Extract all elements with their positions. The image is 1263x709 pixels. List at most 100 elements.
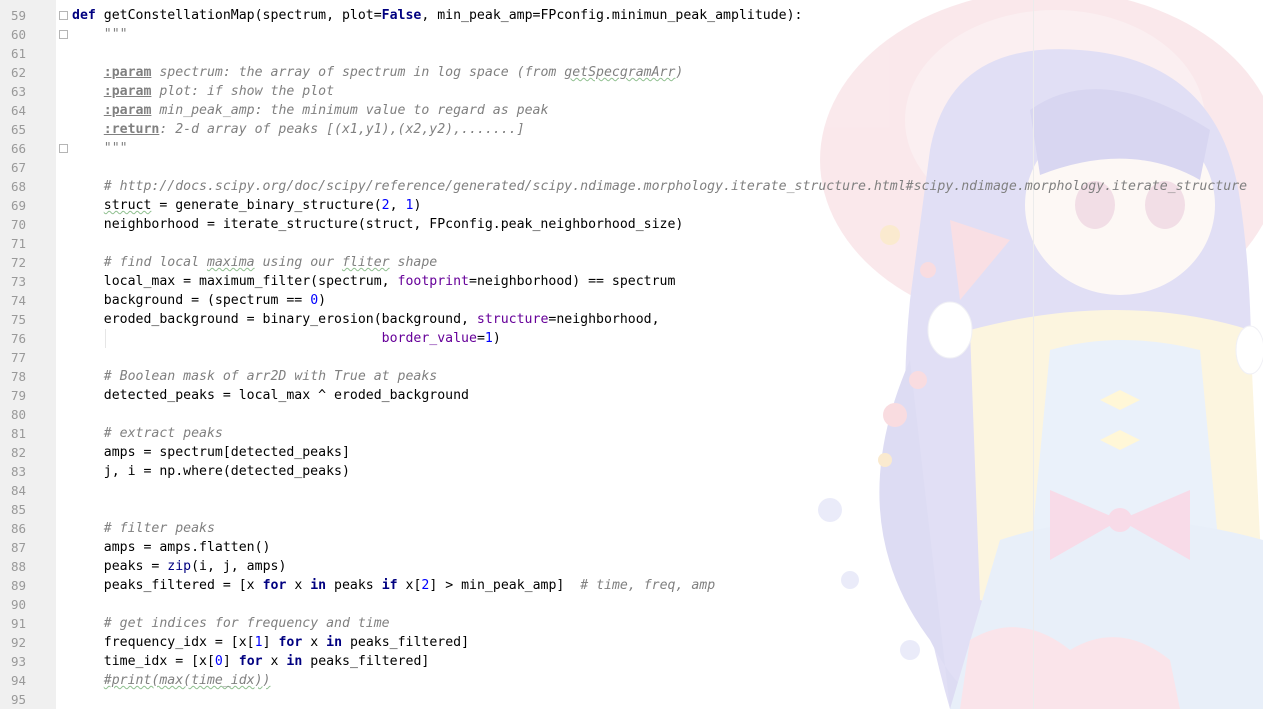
code-token: peaks_filtered = [x bbox=[72, 578, 263, 593]
line-number: 70 bbox=[10, 217, 26, 232]
code-line[interactable]: #print(max(time_idx)) bbox=[72, 671, 271, 690]
code-token: local_max = maximum_filter(spectrum, bbox=[72, 274, 398, 289]
line-number: 67 bbox=[10, 160, 26, 175]
code-token: ) bbox=[675, 65, 684, 80]
code-line[interactable]: def getConstellationMap(spectrum, plot=F… bbox=[72, 6, 802, 25]
code-token: shape bbox=[389, 255, 438, 270]
code-token: structure bbox=[476, 312, 549, 327]
code-editor[interactable]: 59 60 61 62 63 64 65 66 67 68 69 70 71 72 73 74 75 76 77 78… bbox=[0, 0, 1263, 709]
code-line[interactable]: amps = amps.flatten() bbox=[72, 538, 271, 557]
code-token: peaks bbox=[326, 578, 382, 593]
code-token: """ bbox=[72, 27, 128, 42]
line-number: 90 bbox=[10, 597, 26, 612]
fold-marker-icon[interactable] bbox=[59, 11, 68, 20]
code-token: maxima bbox=[206, 255, 255, 270]
code-token: :param bbox=[103, 84, 152, 99]
code-line[interactable]: :param spectrum: the array of spectrum i… bbox=[72, 63, 684, 82]
code-line[interactable]: :return: 2-d array of peaks [(x1,y1),(x2… bbox=[72, 120, 525, 139]
code-token: :param bbox=[103, 103, 152, 118]
code-token: background = (spectrum == bbox=[72, 293, 311, 308]
line-number: 92 bbox=[10, 635, 26, 650]
code-line[interactable]: struct = generate_binary_structure(2, 1) bbox=[72, 196, 422, 215]
code-token: for bbox=[278, 635, 303, 650]
code-token: ] > min_peak_amp] bbox=[429, 578, 581, 593]
code-token: for bbox=[262, 578, 287, 593]
code-token: using our bbox=[254, 255, 342, 270]
code-line[interactable]: # http://docs.scipy.org/doc/scipy/refere… bbox=[72, 177, 1247, 196]
code-token: getConstellationMap(spectrum, plot= bbox=[95, 8, 382, 23]
code-token: eroded_background = binary_erosion(backg… bbox=[72, 312, 477, 327]
code-line[interactable]: # filter peaks bbox=[72, 519, 215, 538]
code-line[interactable]: # Boolean mask of arr2D with True at pea… bbox=[72, 367, 437, 386]
code-token: j, i = np.where(detected_peaks) bbox=[72, 464, 350, 479]
code-line[interactable]: peaks = zip(i, j, amps) bbox=[72, 557, 287, 576]
code-line[interactable]: :param plot: if show the plot bbox=[72, 82, 334, 101]
code-line[interactable]: """ bbox=[72, 139, 128, 158]
line-number: 88 bbox=[10, 559, 26, 574]
line-number: 60 bbox=[10, 27, 26, 42]
code-token: time_idx = [x[ bbox=[72, 654, 215, 669]
line-number: 79 bbox=[10, 388, 26, 403]
line-number: 81 bbox=[10, 426, 26, 441]
code-token: x bbox=[302, 635, 327, 650]
code-line[interactable]: eroded_background = binary_erosion(backg… bbox=[72, 310, 660, 329]
line-number: 75 bbox=[10, 312, 26, 327]
code-line[interactable]: peaks_filtered = [x for x in peaks if x[… bbox=[72, 576, 715, 595]
line-number: 71 bbox=[10, 236, 26, 251]
code-token: border_value bbox=[381, 331, 477, 346]
indent-guide bbox=[105, 329, 106, 348]
code-line[interactable]: time_idx = [x[0] for x in peaks_filtered… bbox=[72, 652, 430, 671]
code-line[interactable]: detected_peaks = local_max ^ eroded_back… bbox=[72, 386, 469, 405]
code-token: False bbox=[381, 8, 422, 23]
code-token: = generate_binary_structure( bbox=[151, 198, 382, 213]
code-line[interactable]: :param min_peak_amp: the minimum value t… bbox=[72, 101, 549, 120]
code-line[interactable]: neighborhood = iterate_structure(struct,… bbox=[72, 215, 684, 234]
code-line[interactable]: # extract peaks bbox=[72, 424, 223, 443]
code-token: # Boolean mask of arr2D with True at pea… bbox=[103, 369, 438, 384]
code-line[interactable]: # get indices for frequency and time bbox=[72, 614, 390, 633]
background-anime-illustration bbox=[818, 0, 1263, 709]
line-number: 66 bbox=[10, 141, 26, 156]
code-token: :return bbox=[103, 122, 160, 137]
fold-marker-icon[interactable] bbox=[59, 30, 68, 39]
line-number: 64 bbox=[10, 103, 26, 118]
line-number: 89 bbox=[10, 578, 26, 593]
line-number: 91 bbox=[10, 616, 26, 631]
line-number: 80 bbox=[10, 407, 26, 422]
code-token: (i, j, amps) bbox=[191, 559, 287, 574]
code-token: plot: if show the plot bbox=[151, 84, 335, 99]
code-line[interactable]: background = (spectrum == 0) bbox=[72, 291, 326, 310]
code-token: =neighborhood, bbox=[548, 312, 660, 327]
line-number-gutter: 59 60 61 62 63 64 65 66 67 68 69 70 71 72 73 74 75 76 77 78… bbox=[0, 0, 57, 709]
fold-marker-icon[interactable] bbox=[59, 144, 68, 153]
fold-column bbox=[56, 0, 65, 709]
line-number: 86 bbox=[10, 521, 26, 536]
line-number: 93 bbox=[10, 654, 26, 669]
code-line[interactable]: j, i = np.where(detected_peaks) bbox=[72, 462, 350, 481]
line-number: 73 bbox=[10, 274, 26, 289]
code-token: neighborhood = iterate_structure(struct,… bbox=[72, 217, 684, 232]
code-line[interactable]: frequency_idx = [x[1] for x in peaks_fil… bbox=[72, 633, 469, 652]
code-line[interactable]: local_max = maximum_filter(spectrum, foo… bbox=[72, 272, 676, 291]
code-line[interactable]: amps = spectrum[detected_peaks] bbox=[72, 443, 350, 462]
code-line[interactable]: """ bbox=[72, 25, 128, 44]
line-number: 65 bbox=[10, 122, 26, 137]
code-token: zip bbox=[167, 559, 192, 574]
line-number: 77 bbox=[10, 350, 26, 365]
code-token: footprint bbox=[397, 274, 469, 289]
code-line[interactable]: # find local maxima using our fliter sha… bbox=[72, 253, 437, 272]
code-token: min_peak_amp: the minimum value to regar… bbox=[151, 103, 549, 118]
line-number: 94 bbox=[10, 673, 26, 688]
line-number: 85 bbox=[10, 502, 26, 517]
code-token: ) bbox=[318, 293, 327, 308]
code-line[interactable]: border_value=1) bbox=[72, 329, 501, 348]
